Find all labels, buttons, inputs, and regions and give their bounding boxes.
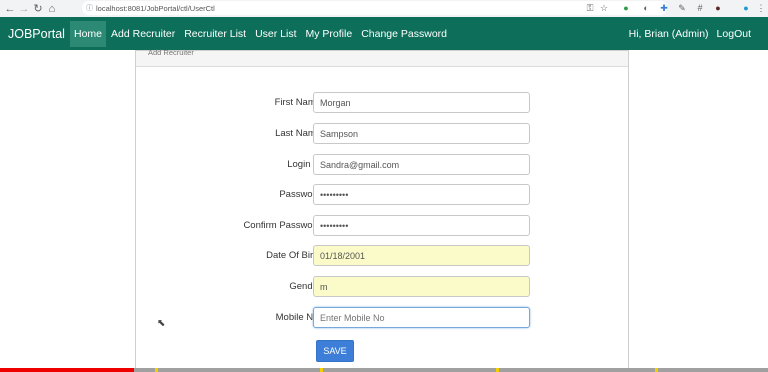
menu-dots-icon[interactable]: ⋮ <box>755 2 767 14</box>
nav-add-recruiter[interactable]: Add Recruiter <box>107 21 179 47</box>
video-progress-fill <box>0 368 135 372</box>
form-row-date-of-birth: Date Of Birth* <box>135 245 629 266</box>
address-bar[interactable]: ⓘ localhost:8081/JobPortal/ctl/UserCtl <box>82 1 667 15</box>
login-id-input[interactable] <box>313 154 530 175</box>
panel-heading: Add Recruiter <box>136 48 628 67</box>
form-row-login-id: Login Id* <box>135 154 629 175</box>
nav-change-password[interactable]: Change Password <box>357 21 451 47</box>
extension-icon[interactable]: ● <box>620 2 632 14</box>
mouse-cursor-icon: ⬉ <box>157 318 166 329</box>
video-progress-bar[interactable] <box>0 368 768 372</box>
save-button[interactable]: SAVE <box>316 340 354 362</box>
password-input[interactable] <box>313 184 530 205</box>
forward-icon[interactable]: → <box>17 2 31 16</box>
logout-link[interactable]: LogOut <box>717 28 751 40</box>
key-icon[interactable]: ⚿ <box>584 2 596 14</box>
hash-icon[interactable]: # <box>694 2 706 14</box>
profile-avatar-icon[interactable]: ● <box>740 2 752 14</box>
confirm-password-label: Confirm Password* <box>243 220 323 232</box>
extension-icon-3[interactable]: ✚ <box>658 2 670 14</box>
address-url: localhost:8081/JobPortal/ctl/UserCtl <box>96 3 215 13</box>
left-gutter <box>0 50 135 372</box>
star-icon[interactable]: ☆ <box>598 2 610 14</box>
progress-marker <box>320 368 323 372</box>
last-name-input[interactable] <box>313 123 530 144</box>
home-icon[interactable]: ⌂ <box>45 2 59 16</box>
first-name-input[interactable] <box>313 92 530 113</box>
nav-home[interactable]: Home <box>70 20 107 47</box>
record-icon[interactable]: ● <box>712 2 724 14</box>
form-row-last-name: Last Name* <box>135 123 629 144</box>
user-greeting: Hi, Brian (Admin) <box>628 27 709 40</box>
form-row-first-name: First Name* <box>135 92 629 113</box>
nav-user-list[interactable]: User List <box>251 21 300 47</box>
form-row-gender: Gender* <box>135 276 629 297</box>
date-of-birth-input[interactable] <box>313 245 530 266</box>
progress-marker <box>496 368 499 372</box>
gender-input[interactable] <box>313 276 530 297</box>
browser-toolbar: ← → ↻ ⌂ ⓘ localhost:8081/JobPortal/ctl/U… <box>0 0 768 17</box>
progress-marker <box>655 368 658 372</box>
nav-recruiter-list[interactable]: Recruiter List <box>180 21 250 47</box>
brand-logo[interactable]: JOBPortal <box>8 27 70 41</box>
form-row-password: Password* <box>135 184 629 205</box>
progress-marker <box>155 368 158 372</box>
confirm-password-input[interactable] <box>313 215 530 236</box>
pen-icon[interactable]: ✎ <box>676 2 688 14</box>
mobile-no-input[interactable] <box>313 307 530 328</box>
back-icon[interactable]: ← <box>3 2 17 16</box>
extension-icon-2[interactable]: ◐ <box>640 2 652 14</box>
reload-icon[interactable]: ↻ <box>31 2 45 16</box>
top-navbar: JOBPortal Home Add Recruiter Recruiter L… <box>0 17 768 50</box>
info-icon: ⓘ <box>86 5 93 12</box>
panel-title: Add Recruiter <box>148 48 194 57</box>
right-gutter <box>629 50 768 372</box>
nav-my-profile[interactable]: My Profile <box>302 21 357 47</box>
form-row-confirm-password: Confirm Password* <box>135 215 629 236</box>
form-row-mobile-no: Mobile No.* <box>135 307 629 328</box>
